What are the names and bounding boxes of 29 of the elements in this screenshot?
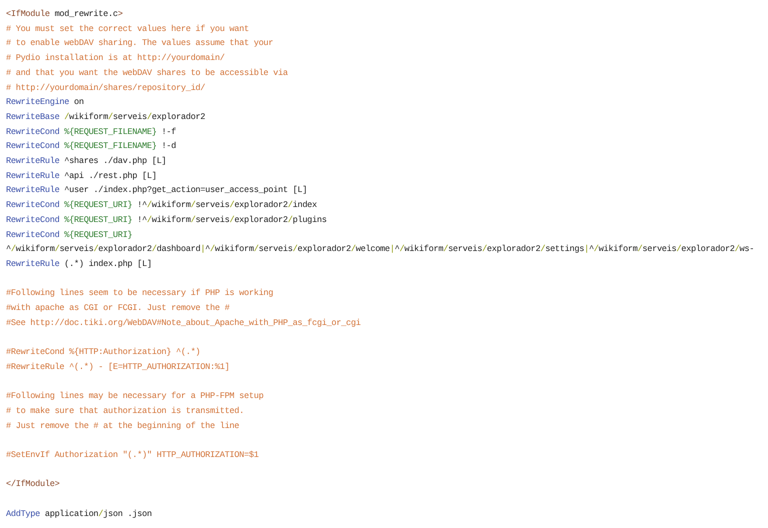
code-line: ^/wikiform/serveis/explorador2/dashboard|^/wikiform/serveis/explorador2/welcome|^/wikiform/serveis/explorador2/settings|^/wikiform/serveis/explorador2/ws- [6, 243, 754, 256]
code-line: # to make sure that authorization is transmitted. [6, 404, 244, 418]
code-line: RewriteEngine on [6, 96, 84, 110]
code-line: RewriteBase /wikiform/serveis/explorador2 [6, 110, 206, 124]
code-line: # Just remove the # at the beginning of the line [6, 420, 240, 433]
code-line: RewriteRule ^api ./rest.php [L] [6, 170, 157, 183]
code-line: #See http://doc.tiki.org/WebDAV#Note_about_Apache_with_PHP_as_fcgi_or_cgi [6, 316, 361, 330]
code-line: RewriteRule ^user ./index.php?get_action=user_access_point [L] [6, 184, 308, 198]
code-line: # to enable webDAV sharing. The values assume that your [6, 37, 274, 50]
code-line: #with apache as CGI or FCGI. Just remove the # [6, 302, 230, 316]
code-line: # You must set the correct values here if you want [6, 22, 249, 36]
code-line: #RewriteCond %{HTTP:Authorization} ^(.*) [6, 346, 200, 360]
code-line: #SetEnvIf Authorization "(.*)" HTTP_AUTHORIZATION=$1 [6, 449, 259, 462]
code-line: RewriteRule (.*) index.php [L] [6, 258, 152, 271]
code-line: AddType application/json .json [6, 508, 152, 521]
code-line: RewriteCond %{REQUEST_FILENAME} !-f [6, 126, 176, 139]
code-line: RewriteCond %{REQUEST_URI} !^/wikiform/serveis/explorador2/index [6, 199, 317, 212]
code-line: RewriteCond %{REQUEST_FILENAME} !-d [6, 140, 176, 154]
code-line: #Following lines seem to be necessary if PHP is working [6, 287, 274, 300]
code-line: #Following lines may be necessary for a PHP-FPM setup [6, 390, 264, 404]
code-line: RewriteCond %{REQUEST_URI} [6, 228, 132, 242]
code-line: RewriteCond %{REQUEST_URI} !^/wikiform/serveis/explorador2/plugins [6, 214, 327, 227]
code-line: # Pydio installation is at http://yourdomain/ [6, 52, 225, 66]
code-line: # http://yourdomain/shares/repository_id/ [6, 82, 206, 95]
code-line: RewriteRule ^shares ./dav.php [L] [6, 155, 166, 168]
code-line: <IfModule mod_rewrite.c> [6, 8, 123, 21]
code-line: #RewriteRule ^(.*) - [E=HTTP_AUTHORIZATION:%1] [6, 360, 230, 374]
code-line: # and that you want the webDAV shares to be accessible via [6, 66, 288, 80]
code-line: </IfModule> [6, 478, 60, 492]
